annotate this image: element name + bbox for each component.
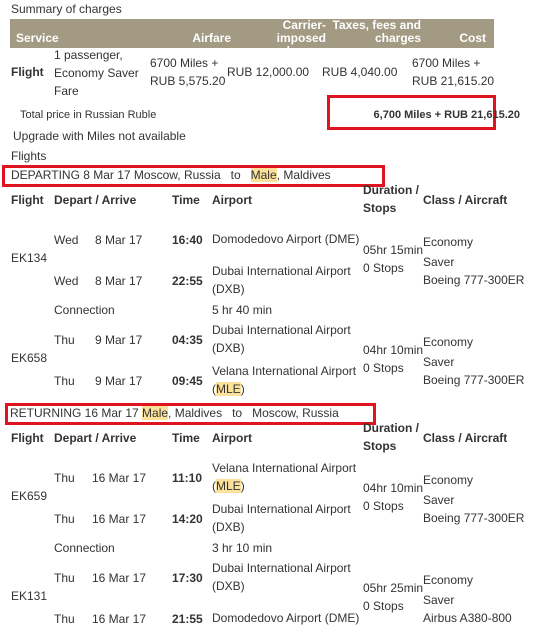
- arr-date: 16 Mar 17: [92, 512, 147, 526]
- charge-service: Flight: [11, 65, 44, 79]
- flight-number: EK131: [11, 589, 48, 603]
- col-service: Service: [16, 31, 59, 45]
- aircraft: Boeing 777-300ER: [423, 273, 525, 287]
- arr-day: Wed: [54, 274, 79, 288]
- arr-time: 21:55: [172, 612, 203, 626]
- departing-route: DEPARTING 8 Mar 17 Moscow, Russia to Mal…: [11, 168, 331, 182]
- dep-time: 16:40: [172, 233, 203, 247]
- col-airport: Airport: [212, 431, 252, 445]
- charge-cost: 6700 Miles + RUB 21,615.20: [412, 56, 495, 88]
- stops: 0 Stops: [363, 499, 404, 513]
- dep-date: 8 Mar 17: [95, 233, 143, 247]
- dep-day: Wed: [54, 233, 79, 247]
- col-depart-arrive: Depart / Arrive: [54, 431, 137, 445]
- dep-date: 9 Mar 17: [95, 333, 143, 347]
- dep-date: 16 Mar 17: [92, 471, 147, 485]
- charge-carrier: RUB 12,000.00: [227, 65, 310, 79]
- arr-time: 22:55: [172, 274, 203, 288]
- arr-airport: Dubai International Airport (DXB): [212, 502, 351, 534]
- dep-airport: Dubai International Airport (DXB): [212, 323, 351, 355]
- col-duration: Duration / Stops: [363, 421, 419, 453]
- arr-time: 14:20: [172, 512, 203, 526]
- dep-airport: Velana International Airport (MLE): [212, 461, 357, 493]
- aircraft: Boeing 777-300ER: [423, 511, 525, 525]
- class: Economy Saver: [423, 235, 474, 269]
- arr-airport: Velana International Airport (MLE): [212, 364, 357, 396]
- flight-number: EK134: [11, 251, 48, 265]
- dep-time: 04:35: [172, 333, 203, 347]
- stops: 0 Stops: [363, 599, 404, 613]
- col-cost: Cost: [459, 31, 486, 45]
- col-class: Class / Aircraft: [423, 193, 508, 207]
- col-time: Time: [172, 431, 200, 445]
- aircraft: Boeing 777-300ER: [423, 373, 525, 387]
- dep-day: Thu: [54, 333, 75, 347]
- connection-time: 3 hr 10 min: [212, 541, 273, 555]
- col-duration: Duration / Stops: [363, 183, 419, 215]
- dep-time: 17:30: [172, 571, 203, 585]
- arr-day: Thu: [54, 512, 75, 526]
- arr-date: 16 Mar 17: [92, 612, 147, 626]
- returning-route: RETURNING 16 Mar 17 Male, Maldives to Mo…: [10, 406, 339, 420]
- arr-day: Thu: [54, 612, 75, 626]
- arr-date: 9 Mar 17: [95, 374, 143, 388]
- connection-time: 5 hr 40 min: [212, 303, 273, 317]
- dep-time: 11:10: [172, 471, 203, 485]
- col-flight: Flight: [11, 431, 44, 445]
- arr-date: 8 Mar 17: [95, 274, 143, 288]
- aircraft: Airbus A380-800: [423, 611, 512, 625]
- page-title: Summary of charges: [11, 2, 122, 16]
- flight-number: EK659: [11, 489, 48, 503]
- flight-number: EK658: [11, 351, 48, 365]
- charge-description: 1 passenger, Economy Saver Fare: [54, 48, 139, 98]
- col-time: Time: [172, 193, 200, 207]
- stops: 0 Stops: [363, 261, 404, 275]
- col-class: Class / Aircraft: [423, 431, 508, 445]
- dep-airport: Domodedovo Airport (DME): [212, 232, 360, 246]
- charges-header: Service Airfare Carrier-imposed charges …: [10, 18, 494, 58]
- total-value: 6,700 Miles + RUB 21,615.20: [373, 109, 520, 121]
- col-depart-arrive: Depart / Arrive: [54, 193, 137, 207]
- dep-day: Thu: [54, 471, 75, 485]
- arr-day: Thu: [54, 374, 75, 388]
- arr-time: 09:45: [172, 374, 203, 388]
- arr-airport: Dubai International Airport (DXB): [212, 264, 351, 296]
- arr-airport: Domodedovo Airport (DME): [212, 611, 360, 625]
- duration: 05hr 15min: [363, 243, 424, 257]
- flights-label: Flights: [11, 149, 47, 163]
- charge-taxes: RUB 4,040.00: [322, 65, 398, 79]
- total-label: Total price in Russian Ruble: [20, 109, 157, 121]
- connection-label: Connection: [54, 541, 115, 555]
- dep-date: 16 Mar 17: [92, 571, 147, 585]
- dep-day: Thu: [54, 571, 75, 585]
- class: Economy Saver: [423, 573, 474, 607]
- col-flight: Flight: [11, 193, 44, 207]
- duration: 04hr 10min: [363, 481, 424, 495]
- stops: 0 Stops: [363, 361, 404, 375]
- duration: 05hr 25min: [363, 581, 424, 595]
- class: Economy Saver: [423, 473, 474, 507]
- col-airport: Airport: [212, 193, 252, 207]
- duration: 04hr 10min: [363, 343, 424, 357]
- col-airfare: Airfare: [192, 31, 231, 45]
- dep-airport: Dubai International Airport (DXB): [212, 561, 351, 593]
- connection-label: Connection: [54, 303, 115, 317]
- col-carrier: Carrier-imposed charges: [276, 18, 326, 58]
- upgrade-note: Upgrade with Miles not available: [13, 129, 186, 143]
- charge-airfare: 6700 Miles + RUB 5,575.20: [150, 56, 226, 88]
- class: Economy Saver: [423, 335, 474, 369]
- col-taxes: Taxes, fees and charges: [332, 18, 422, 45]
